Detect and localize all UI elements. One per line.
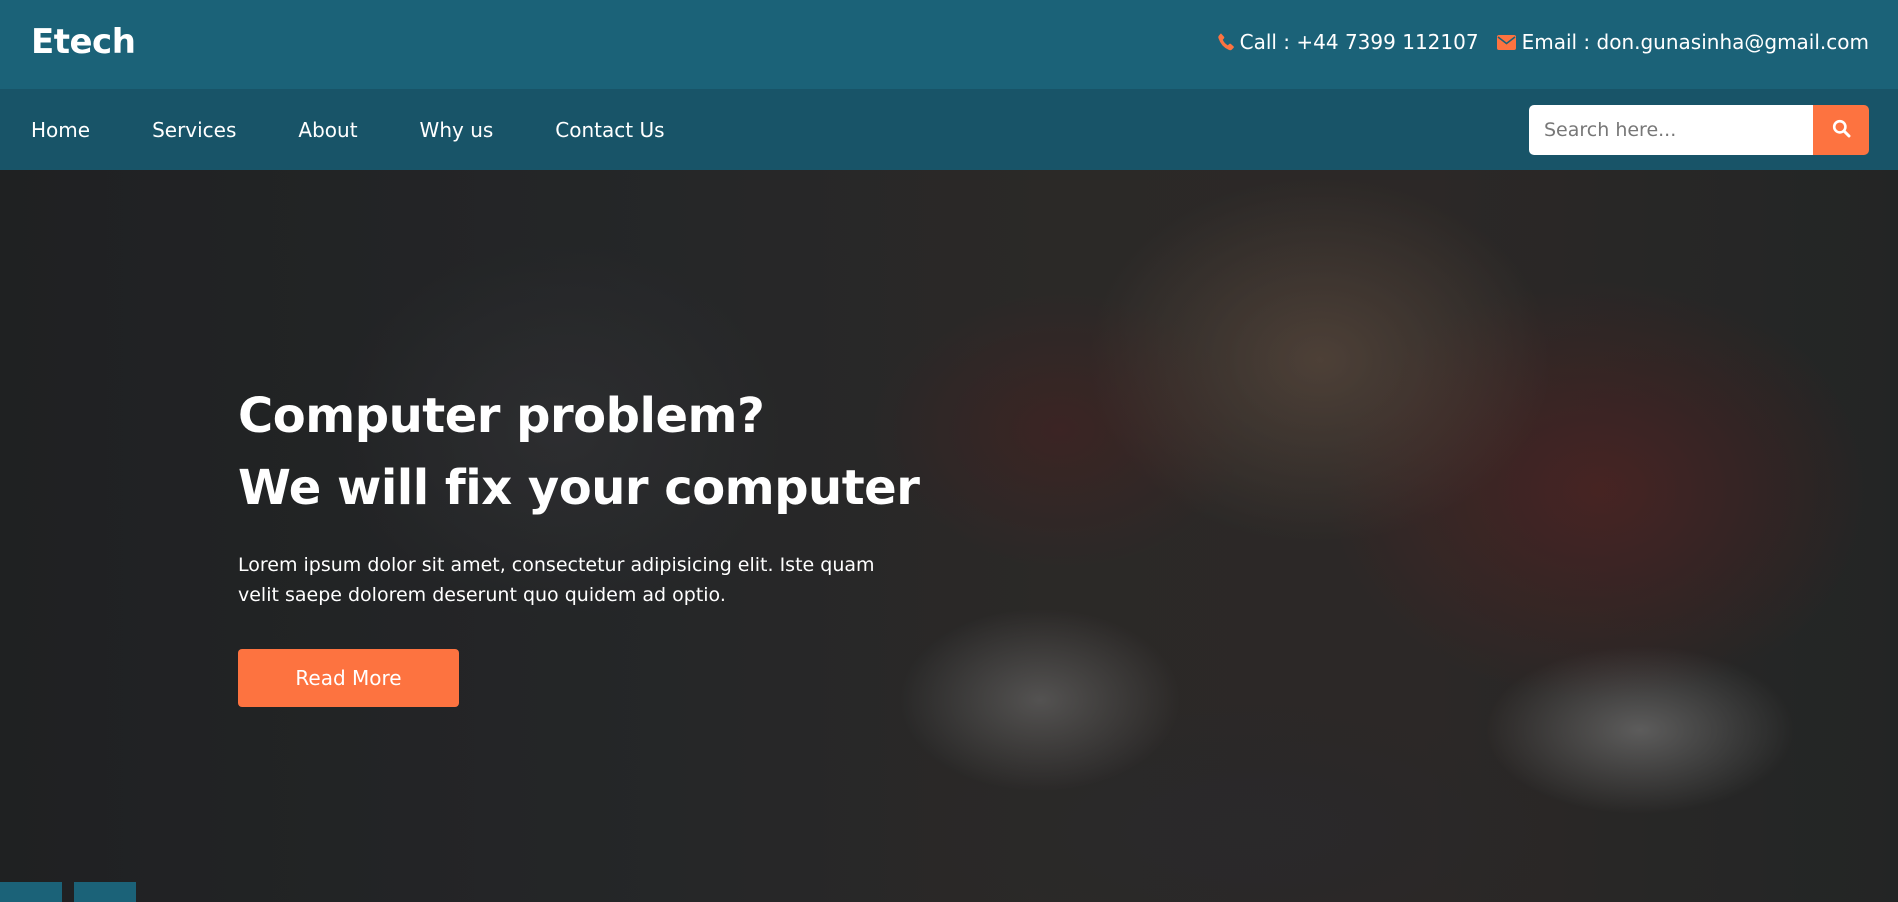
read-more-button[interactable]: Read More [238,649,459,707]
hero-title-line-1: Computer problem? [238,388,765,444]
nav-about[interactable]: About [298,118,357,142]
contact-info: Call : +44 7399 112107 Email : don.gunas… [1217,30,1869,54]
slider-dot-2[interactable] [74,882,136,902]
slider-dot-1[interactable] [0,882,62,902]
nav-home[interactable]: Home [31,118,90,142]
brand-logo[interactable]: Etech [31,22,136,62]
email-info[interactable]: Email : don.gunasinha@gmail.com [1496,30,1869,54]
phone-icon [1217,33,1234,51]
nav-contact-us[interactable]: Contact Us [555,118,664,142]
main-navbar: Home Services About Why us Contact Us [0,89,1898,170]
call-info[interactable]: Call : +44 7399 112107 [1217,30,1479,54]
search-icon [1832,119,1851,142]
call-label: Call : +44 7399 112107 [1239,30,1479,54]
hero-description: Lorem ipsum dolor sit amet, consectetur … [238,554,875,606]
top-header: Etech Call : +44 7399 112107 Email : don… [0,0,1898,89]
slider-indicators [0,882,136,902]
search-button[interactable] [1813,105,1869,155]
hero-title-line-2: We will fix your computer [238,460,920,516]
hero-background-image [0,170,1898,902]
hero-title: Computer problem? We will fix your compu… [238,380,920,524]
search-form [1529,105,1869,155]
nav-links: Home Services About Why us Contact Us [31,89,665,170]
hero-section: Computer problem? We will fix your compu… [0,170,1898,902]
nav-services[interactable]: Services [152,118,236,142]
nav-why-us[interactable]: Why us [420,118,494,142]
search-input[interactable] [1529,105,1813,155]
envelope-icon [1496,34,1516,50]
email-label: Email : don.gunasinha@gmail.com [1521,30,1869,54]
